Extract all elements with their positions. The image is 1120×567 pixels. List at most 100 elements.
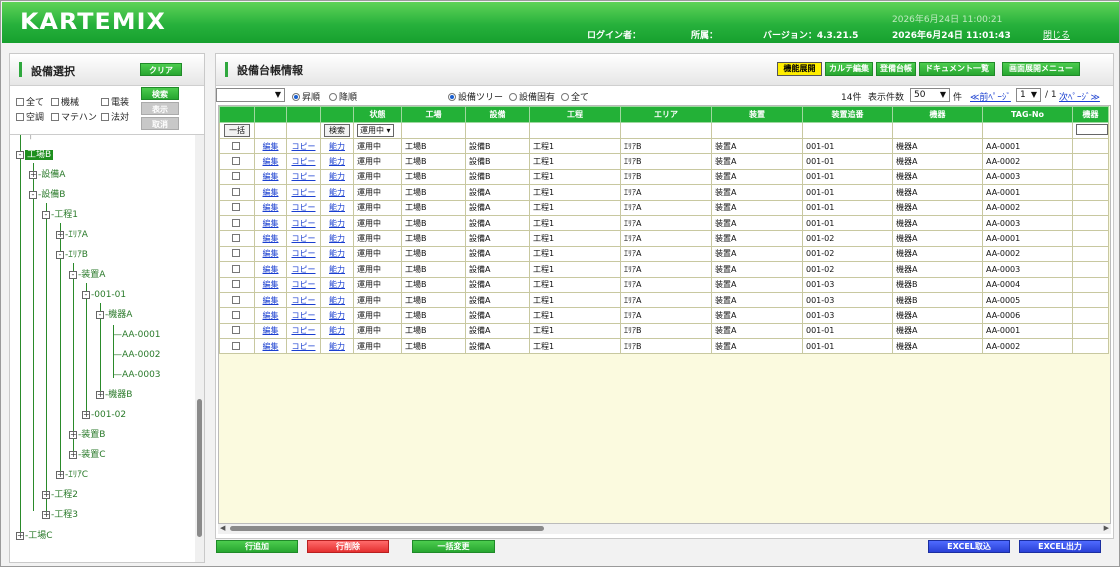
tree-node[interactable]: +-001-02	[82, 409, 126, 421]
tree-cancel-button[interactable]: 取消	[141, 117, 179, 130]
ability-link[interactable]: 能力	[329, 311, 345, 320]
toggle-icon[interactable]: -	[82, 291, 90, 299]
toggle-icon[interactable]: +	[69, 431, 77, 439]
scrollbar-thumb[interactable]	[197, 399, 202, 537]
copy-link[interactable]: コピー	[292, 142, 316, 151]
karte-edit-button[interactable]: カルテ編集	[825, 62, 873, 76]
sort-desc-radio[interactable]: 降順	[329, 90, 357, 103]
next-page-link[interactable]: 次ﾍﾟｰｼﾞ≫	[1059, 90, 1100, 103]
checkbox-all[interactable]: 全て	[16, 95, 44, 108]
sort-field-select[interactable]: ▼	[216, 88, 285, 102]
tree-leaf[interactable]: —AA-0001	[113, 329, 161, 341]
row-checkbox[interactable]	[219, 245, 255, 263]
scrollbar-thumb[interactable]	[230, 526, 544, 531]
copy-link[interactable]: コピー	[292, 296, 316, 305]
copy-link[interactable]: コピー	[292, 172, 316, 181]
edit-link[interactable]: 編集	[263, 326, 279, 335]
ledger-button[interactable]: 登備台帳	[876, 62, 916, 76]
tree-node[interactable]: +-ｴﾘｱC	[56, 469, 88, 481]
row-checkbox[interactable]	[219, 230, 255, 247]
checkbox-electric[interactable]: 電装	[101, 95, 129, 108]
filter-cell[interactable]	[982, 122, 1073, 139]
col-header-equipment[interactable]: 設備	[465, 106, 530, 123]
view-all-radio[interactable]: 全て	[561, 90, 589, 103]
filter-cell[interactable]	[620, 122, 712, 139]
excel-import-button[interactable]: EXCEL取込	[928, 540, 1010, 553]
grid-horizontal-scrollbar[interactable]: ◀ ▶	[218, 524, 1111, 534]
tree-node[interactable]: - -工程1	[42, 209, 78, 221]
edit-link[interactable]: 編集	[263, 203, 279, 212]
prev-page-link[interactable]: ≪前ﾍﾟｰｼﾞ	[970, 90, 1011, 103]
checkbox-hvac[interactable]: 空調	[16, 110, 44, 123]
tree-node[interactable]: - -001-01	[82, 289, 126, 301]
toggle-icon[interactable]: -	[16, 151, 24, 159]
col-header-factory[interactable]: 工場	[401, 106, 466, 123]
screen-menu-button[interactable]: 画面展開メニュー	[1002, 62, 1080, 76]
checkbox-material-handling[interactable]: マテハン	[51, 110, 97, 123]
toggle-icon[interactable]: +	[96, 391, 104, 399]
copy-link[interactable]: コピー	[292, 249, 316, 258]
scroll-right-icon[interactable]: ▶	[1104, 524, 1109, 532]
ability-link[interactable]: 能力	[329, 249, 345, 258]
row-checkbox[interactable]	[219, 276, 255, 293]
row-checkbox[interactable]	[219, 322, 255, 340]
row-checkbox[interactable]	[219, 168, 255, 186]
tree-node[interactable]: +-工場C	[16, 530, 53, 542]
toggle-icon[interactable]: -	[42, 211, 50, 219]
checkbox-legal[interactable]: 法対	[101, 110, 129, 123]
edit-link[interactable]: 編集	[263, 234, 279, 243]
ability-link[interactable]: 能力	[329, 203, 345, 212]
tree-node[interactable]: +-装置B	[69, 429, 105, 441]
tree-node[interactable]: +-工程3	[42, 509, 78, 521]
copy-link[interactable]: コピー	[292, 311, 316, 320]
per-page-select[interactable]: 50 ▼	[910, 88, 950, 102]
ability-link[interactable]: 能力	[329, 296, 345, 305]
delete-row-button[interactable]: 行削除	[307, 540, 389, 553]
row-checkbox[interactable]	[219, 199, 255, 216]
edit-link[interactable]: 編集	[263, 280, 279, 289]
view-unique-radio[interactable]: 設備固有	[509, 90, 555, 103]
toggle-icon[interactable]: -	[69, 271, 77, 279]
col-header-instrument-2[interactable]: 機器	[1072, 106, 1109, 123]
close-link[interactable]: 閉じる	[1043, 28, 1070, 41]
row-checkbox[interactable]	[219, 338, 255, 355]
col-header-device[interactable]: 装置	[711, 106, 803, 123]
copy-link[interactable]: コピー	[292, 188, 316, 197]
row-checkbox[interactable]	[219, 261, 255, 278]
tree-node[interactable]: +-工程2	[42, 489, 78, 501]
copy-link[interactable]: コピー	[292, 265, 316, 274]
toggle-icon[interactable]: +	[42, 491, 50, 499]
col-header-status[interactable]: 状態	[353, 106, 402, 123]
copy-link[interactable]: コピー	[292, 326, 316, 335]
row-checkbox[interactable]	[219, 153, 255, 170]
toggle-icon[interactable]: +	[29, 171, 37, 179]
tree-show-button[interactable]: 表示	[141, 102, 179, 115]
page-select[interactable]: 1 ▼	[1016, 88, 1041, 102]
toggle-icon[interactable]: +	[82, 411, 90, 419]
tree-node[interactable]: +-装置C	[69, 449, 106, 461]
copy-link[interactable]: コピー	[292, 203, 316, 212]
view-tree-radio[interactable]: 設備ツリー	[448, 90, 503, 103]
ability-link[interactable]: 能力	[329, 142, 345, 151]
excel-export-button[interactable]: EXCEL出力	[1019, 540, 1101, 553]
bulk-select-button[interactable]: 一括	[224, 124, 250, 137]
filter-cell[interactable]	[802, 122, 893, 139]
filter-cell[interactable]	[892, 122, 983, 139]
filter-input[interactable]	[1076, 124, 1108, 135]
toggle-icon[interactable]: -	[29, 191, 37, 199]
copy-link[interactable]: コピー	[292, 157, 316, 166]
ability-link[interactable]: 能力	[329, 219, 345, 228]
toggle-icon[interactable]: +	[56, 471, 64, 479]
tree-node[interactable]: +-設備A	[29, 169, 65, 181]
copy-link[interactable]: コピー	[292, 234, 316, 243]
edit-link[interactable]: 編集	[263, 311, 279, 320]
tree-node[interactable]: - -設備B	[29, 189, 65, 201]
ability-link[interactable]: 能力	[329, 280, 345, 289]
ability-link[interactable]: 能力	[329, 157, 345, 166]
row-checkbox[interactable]	[219, 184, 255, 201]
ability-link[interactable]: 能力	[329, 188, 345, 197]
filter-cell[interactable]	[401, 122, 466, 139]
tree-node[interactable]: - -ｴﾘｱB	[56, 249, 88, 261]
tree-search-button[interactable]: 検索	[141, 87, 179, 100]
toggle-icon[interactable]: +	[42, 511, 50, 519]
